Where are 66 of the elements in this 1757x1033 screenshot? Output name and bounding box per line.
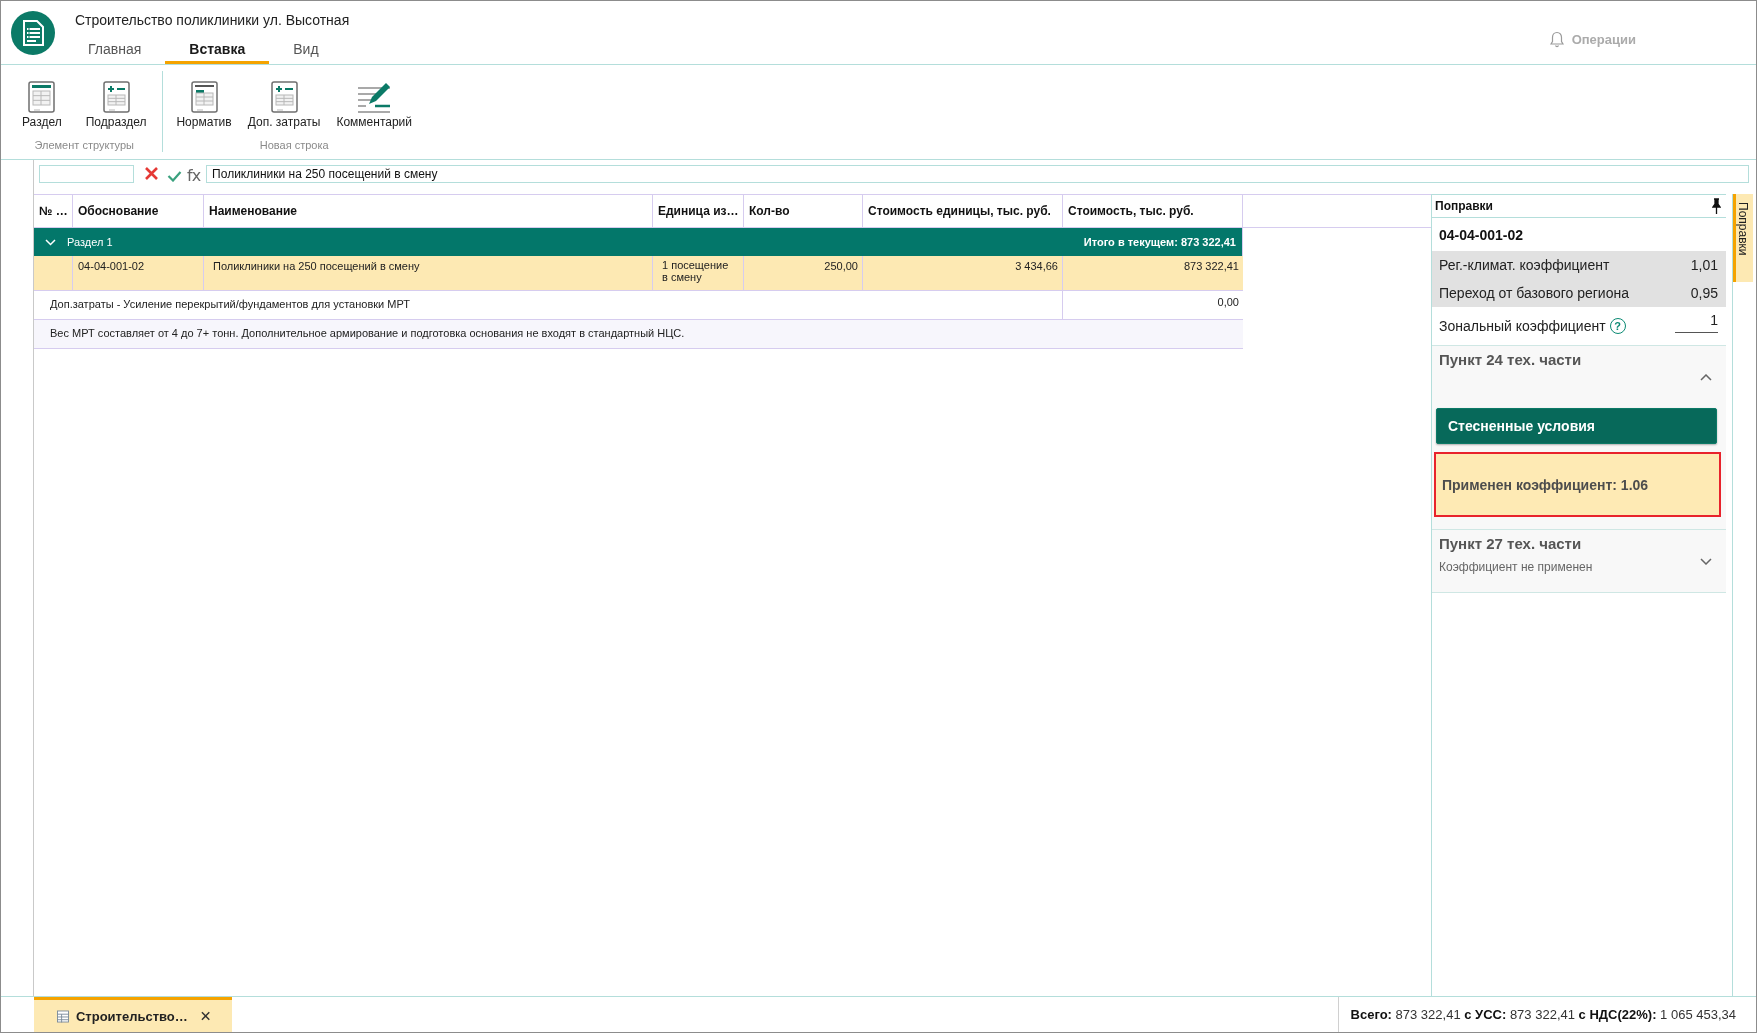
norm-code: 04-04-001-02 — [1438, 225, 1525, 245]
coefficient-label: Рег.-климат. коэффициент — [1439, 257, 1610, 273]
comment-row[interactable]: Вес МРТ составляет от 4 до 7+ тонн. Дополнительное армирование и подготовка основания не входят в стандартный НЦС. — [34, 320, 1243, 349]
group-label: Новая строка — [259, 139, 329, 152]
bell-icon — [1549, 30, 1564, 48]
table-cell: 1 посещение в смену — [653, 256, 744, 290]
column-header[interactable]: Стоимость, тыс. руб. — [1063, 195, 1243, 227]
menu-tab[interactable]: Вид — [269, 37, 343, 64]
panel-title: Поправки — [1435, 199, 1493, 213]
column-header[interactable]: Кол-во — [744, 195, 863, 227]
coefficient-field[interactable]: 1 — [1675, 311, 1718, 333]
table-cell: Доп.затраты - Усиление перекрытий/фундаментов для установки МРТ — [34, 291, 1063, 319]
side-tab[interactable]: Поправки — [1733, 194, 1753, 282]
ribbon-button[interactable]: Комментарий — [332, 81, 416, 129]
document-tab-title: Строительство… — [75, 1008, 188, 1024]
column-header[interactable]: Наименование — [204, 195, 653, 227]
menu-tab[interactable]: Вставка — [165, 37, 270, 64]
pencil-lines-icon — [357, 81, 392, 113]
section-status: Коэффициент не применен — [1439, 560, 1593, 574]
name-field[interactable] — [39, 165, 134, 183]
check-icon[interactable] — [167, 170, 182, 182]
section-heading: Пункт 27 тех. части — [1439, 535, 1583, 553]
coefficient-value: 1,01 — [1690, 257, 1718, 273]
chevron-up-icon[interactable] — [1700, 373, 1712, 381]
pin-icon[interactable] — [1712, 198, 1721, 214]
coefficient-label: Переход от базового региона — [1439, 285, 1629, 301]
table-cell-text: 873 322,41 — [1182, 259, 1240, 274]
table-row[interactable]: 04-04-001-02 Поликлиники на 250 посещений в смену 1 посещение в смену 250,00 3 434,66 873 322,41 — [34, 256, 1243, 291]
document-plus-minus-icon — [102, 81, 130, 113]
table-cell: 250,00 — [744, 256, 863, 290]
table-cell: 3 434,66 — [863, 256, 1063, 290]
ribbon-button[interactable]: Раздел — [18, 81, 66, 129]
close-icon[interactable] — [200, 1011, 210, 1021]
column-header[interactable]: Единица из… — [653, 195, 744, 227]
menu-tab[interactable]: Главная — [64, 37, 166, 64]
section-total: Итого в текущем: 873 322,41 — [1083, 236, 1236, 248]
app-logo-icon — [11, 11, 55, 55]
coefficient-label: Зональный коэффициент — [1439, 318, 1606, 334]
table-row[interactable]: Доп.затраты - Усиление перекрытий/фундаментов для установки МРТ 0,00 — [34, 291, 1243, 320]
status-totals: Всего: 873 322,41 с УСС: 873 322,41 с НДС(22%): 1 065 453,34 — [1337, 997, 1756, 1032]
table-cell-text: 0,00 — [1216, 295, 1240, 310]
document-plus-minus-icon — [270, 81, 298, 113]
condition-button[interactable]: Стесненные условия — [1436, 408, 1717, 444]
section-row[interactable]: Раздел 1 Итого в текущем: 873 322,41 — [34, 228, 1242, 256]
coefficient-value: 0,95 — [1690, 285, 1718, 301]
chevron-down-icon[interactable] — [1700, 557, 1712, 565]
column-header[interactable]: Обоснование — [73, 195, 204, 227]
ribbon-button[interactable]: Подраздел — [81, 81, 151, 129]
column-header[interactable]: Стоимость единицы, тыс. руб. — [863, 195, 1063, 227]
document-table-icon — [28, 81, 56, 113]
ribbon-button[interactable]: Доп. затраты — [243, 81, 325, 129]
function-button[interactable]: fx — [187, 165, 201, 185]
window-title: Строительство поликлиники ул. Высотная — [75, 11, 350, 29]
table-cell: 04-04-001-02 — [73, 256, 204, 290]
column-header[interactable]: № … — [34, 195, 73, 227]
table-cell: Поликлиники на 250 посещений в смену — [204, 256, 653, 290]
table-icon — [57, 1009, 69, 1023]
formula-field[interactable]: Поликлиники на 250 посещений в смену — [206, 165, 1749, 183]
section-heading: Пункт 24 тех. части — [1439, 351, 1582, 369]
section-title: Раздел 1 — [67, 236, 113, 248]
coefficient-note: Применен коэффициент: 1.06 — [1434, 452, 1721, 517]
document-tab[interactable]: Строительство… — [34, 997, 232, 1032]
document-table-icon — [190, 81, 218, 113]
cross-icon[interactable] — [144, 166, 159, 181]
ribbon-button[interactable]: Норматив — [172, 81, 236, 129]
group-label: Элемент структуры — [34, 139, 134, 152]
